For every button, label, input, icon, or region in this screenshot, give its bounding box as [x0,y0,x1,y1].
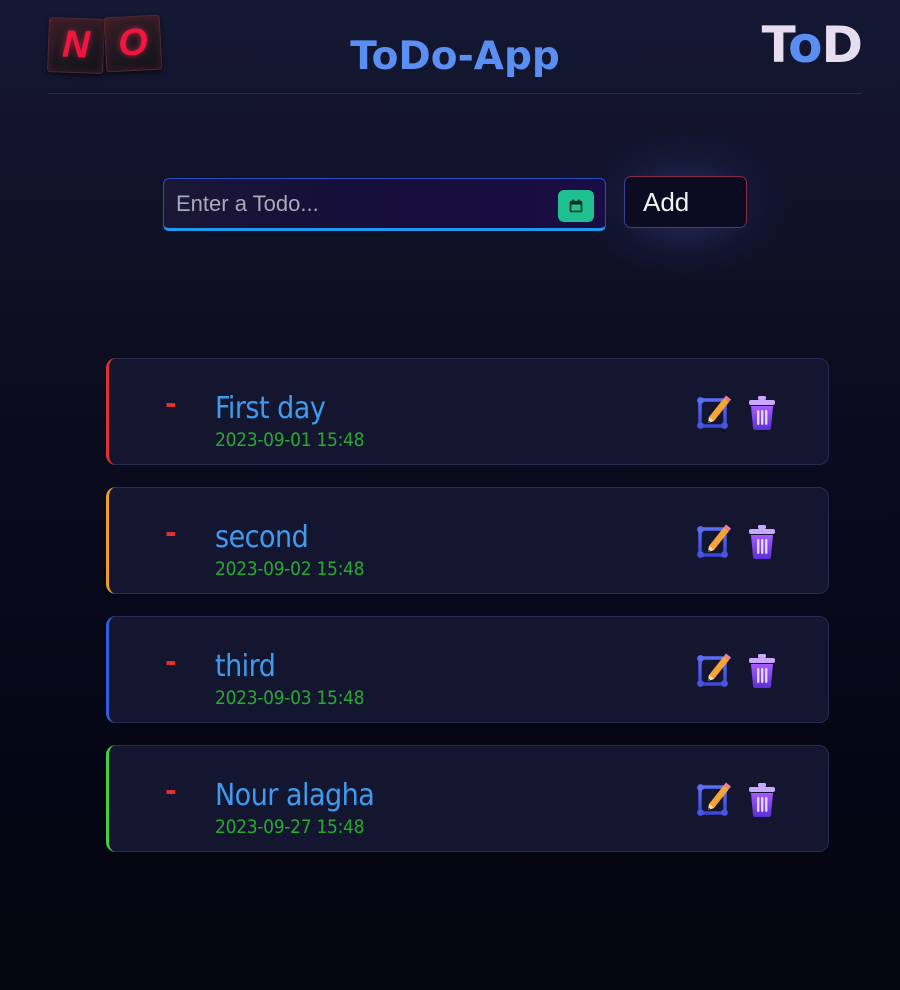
trash-icon[interactable] [747,395,777,431]
trash-icon[interactable] [747,782,777,818]
todo-item: - First day 2023-09-01 15:48 [106,358,829,465]
todo-date: 2023-09-03 15:48 [215,687,365,709]
todo-title: Nour alagha [215,778,375,813]
todo-item: - third 2023-09-03 15:48 [106,616,829,723]
todo-accent-bar [106,358,118,465]
todo-item: - Nour alagha 2023-09-27 15:48 [106,745,829,852]
todo-input[interactable] [164,179,544,229]
page-title: ToDo-App [350,34,560,79]
edit-icon[interactable] [696,780,732,818]
todo-title: second [215,520,309,555]
todo-date: 2023-09-02 15:48 [215,558,365,580]
brand-part-1: T [761,16,789,74]
edit-icon[interactable] [696,393,732,431]
app-header: N O ToDo-App ToD [47,0,863,94]
todo-title: First day [215,391,326,426]
todo-marker: - [165,387,177,420]
todo-marker: - [165,516,177,549]
brand-part-2: o [788,16,822,74]
edit-icon[interactable] [696,651,732,689]
todo-marker: - [165,645,177,678]
todo-input-container [163,178,606,231]
todo-item: - second 2023-09-02 15:48 [106,487,829,594]
todo-marker: - [165,774,177,807]
todo-date: 2023-09-01 15:48 [215,429,365,451]
todo-accent-bar [106,745,118,852]
todo-accent-bar [106,487,118,594]
trash-icon[interactable] [747,524,777,560]
edit-icon[interactable] [696,522,732,560]
brand-part-3: D [821,16,863,74]
calendar-icon[interactable] [558,190,594,222]
trash-icon[interactable] [747,653,777,689]
todo-accent-bar [106,616,118,723]
add-button[interactable]: Add [624,176,747,228]
brand-text[interactable]: ToD [762,20,863,70]
todo-date: 2023-09-27 15:48 [215,816,365,838]
todo-title: third [215,649,276,684]
